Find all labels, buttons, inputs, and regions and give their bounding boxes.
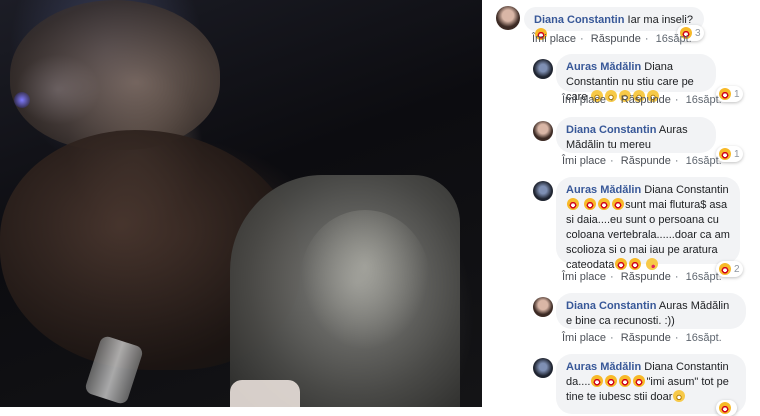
laughing-face-icon (598, 198, 611, 210)
like-link[interactable]: Îmi place (562, 155, 606, 167)
like-link[interactable]: Îmi place (532, 33, 576, 45)
comment-meta: Îmi place · Răspunde · 16săpt. (562, 332, 722, 344)
reply-link[interactable]: Răspunde (621, 94, 671, 106)
avatar[interactable] (496, 6, 520, 30)
laughing-face-icon (615, 258, 628, 270)
timestamp[interactable]: 16săpt. (686, 271, 722, 283)
photo-blue-light (14, 92, 30, 108)
kissing-face-icon (646, 258, 659, 270)
grinning-face-icon (673, 390, 686, 402)
laughing-face-icon (605, 375, 618, 387)
comment-bubble: Auras Mădălin Diana Constantin nu stiu c… (556, 54, 716, 103)
comment-meta: Îmi place · Răspunde · 16săpt. (562, 155, 722, 167)
laughing-face-icon (567, 198, 579, 210)
comment-author[interactable]: Diana Constantin (566, 124, 656, 136)
photo-fingers (230, 380, 300, 407)
photo-angel-tattoo (300, 210, 430, 350)
comment-bubble: Diana Constantin Auras Mădălin e bine ca… (556, 293, 746, 329)
comment-text-mention: Diana Constantin (644, 184, 729, 196)
comment-meta: Îmi place · Răspunde · 16săpt. (562, 271, 722, 283)
reply-link[interactable]: Răspunde (621, 332, 671, 344)
reply-link[interactable]: Răspunde (621, 155, 671, 167)
comment-bubble: Auras Mădălin Diana Constantin sunt mai … (556, 177, 740, 271)
comment-author[interactable]: Auras Mădălin (566, 61, 641, 73)
avatar[interactable] (533, 181, 553, 201)
reply-link[interactable]: Răspunde (621, 271, 671, 283)
comment-author[interactable]: Diana Constantin (566, 300, 656, 312)
like-link[interactable]: Îmi place (562, 271, 606, 283)
timestamp[interactable]: 16săpt. (686, 155, 722, 167)
laughing-face-icon (591, 375, 604, 387)
laughing-face-icon (584, 198, 597, 210)
comment-bubble: Diana Constantin Auras Mădălin tu mereu (556, 117, 716, 153)
comment-meta: Îmi place · Răspunde · 16săpt. (532, 33, 692, 45)
timestamp[interactable]: 16săpt. (656, 33, 692, 45)
laughing-face-icon (619, 375, 632, 387)
comments-panel: Diana Constantin Iar ma inseli? 3 Îmi pl… (482, 0, 760, 416)
reply-link[interactable]: Răspunde (591, 33, 641, 45)
like-link[interactable]: Îmi place (562, 332, 606, 344)
laughing-face-icon (719, 402, 731, 414)
like-link[interactable]: Îmi place (562, 94, 606, 106)
timestamp[interactable]: 16săpt. (686, 94, 722, 106)
avatar[interactable] (533, 297, 553, 317)
comment-author[interactable]: Diana Constantin (534, 14, 624, 26)
reaction-count[interactable] (716, 400, 737, 416)
comment-bubble: Diana Constantin Iar ma inseli? (524, 7, 704, 40)
comment-author[interactable]: Auras Mădălin (566, 184, 641, 196)
comment-author[interactable]: Auras Mădălin (566, 361, 641, 373)
post-photo[interactable] (0, 0, 482, 407)
avatar[interactable] (533, 358, 553, 378)
laughing-face-icon (633, 375, 646, 387)
avatar[interactable] (533, 59, 553, 79)
comment-meta: Îmi place · Răspunde · 16săpt. (562, 94, 722, 106)
timestamp[interactable]: 16săpt. (686, 332, 722, 344)
laughing-face-icon (612, 198, 625, 210)
avatar[interactable] (533, 121, 553, 141)
laughing-face-icon (629, 258, 642, 270)
photo-man-head (10, 0, 220, 150)
